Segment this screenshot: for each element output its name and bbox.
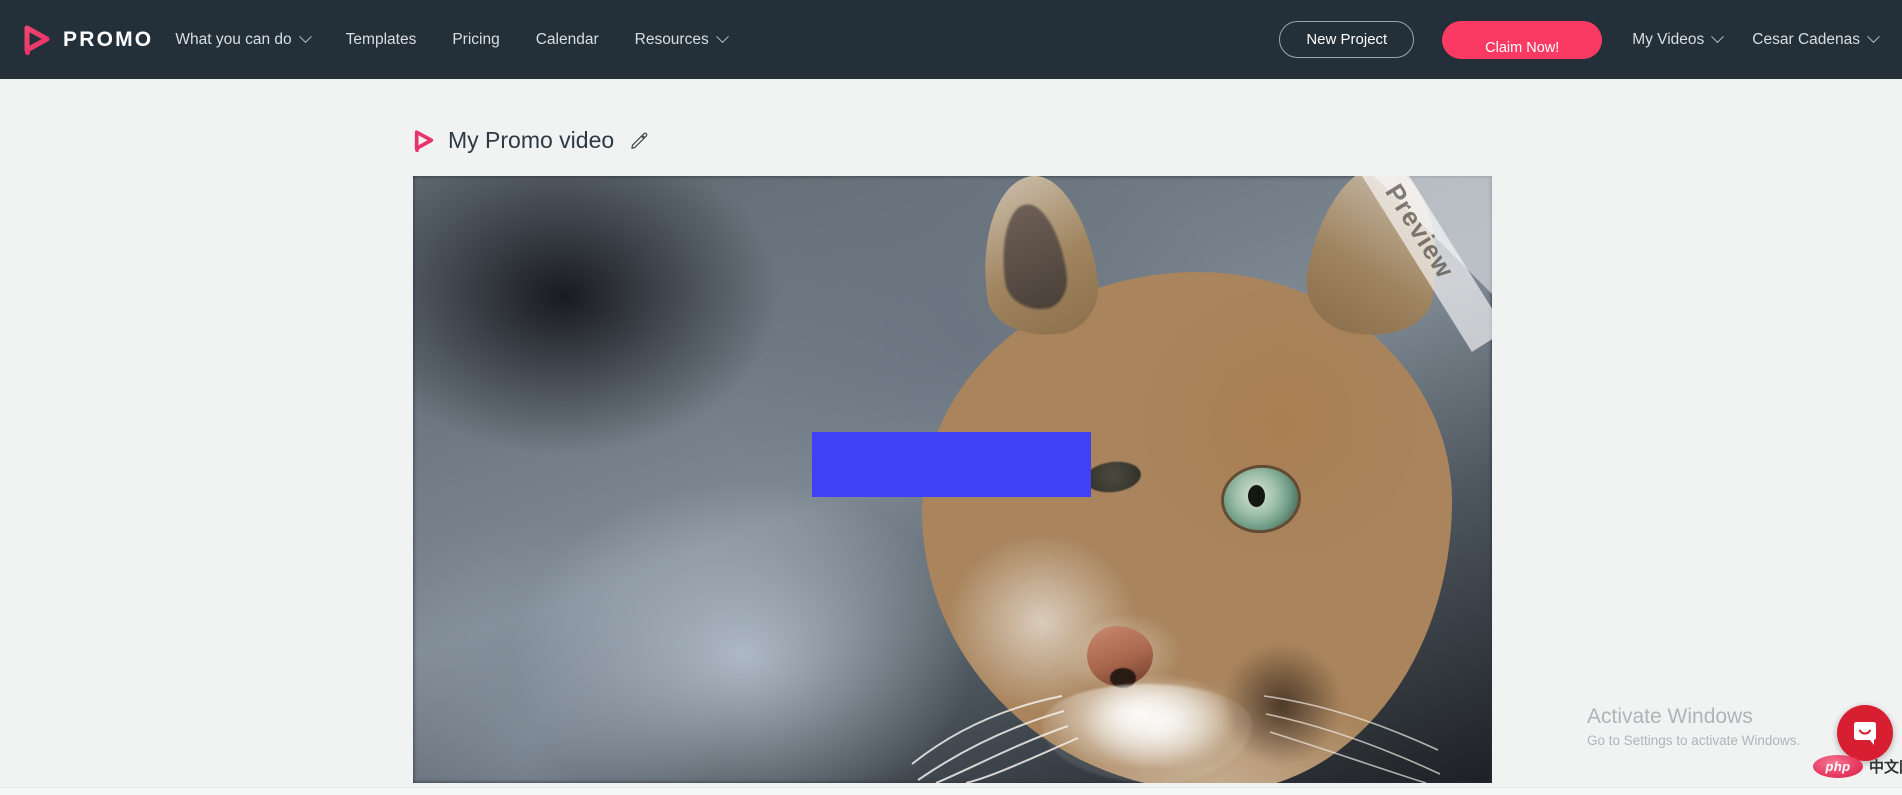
video-preview-canvas[interactable]: Preview <box>413 176 1492 783</box>
account-label: Cesar Cadenas <box>1752 30 1860 48</box>
chevron-down-icon <box>1711 30 1725 44</box>
account-menu[interactable]: Cesar Cadenas <box>1752 30 1880 49</box>
play-triangle-icon <box>22 24 52 56</box>
my-videos-label: My Videos <box>1632 30 1705 48</box>
claim-now-label: Claim Now! <box>1485 39 1560 56</box>
main-content: My Promo video Preview <box>0 79 1902 795</box>
nav-label: Pricing <box>452 30 500 48</box>
pencil-icon[interactable] <box>630 132 648 150</box>
promo-logo[interactable]: PROMO <box>22 24 153 56</box>
brand-name: PROMO <box>63 27 154 51</box>
play-triangle-icon <box>413 129 435 153</box>
chat-bubble-icon <box>1854 722 1876 745</box>
nav-label: Templates <box>345 30 417 48</box>
my-videos-menu[interactable]: My Videos <box>1632 30 1725 49</box>
blue-rectangle-element[interactable] <box>812 432 1091 497</box>
main-nav: What you can do Templates Pricing Calend… <box>175 23 762 57</box>
nav-item-calendar[interactable]: Calendar <box>536 23 599 57</box>
header-actions: New Project Claim Now! My Videos Cesar C… <box>1279 20 1880 59</box>
top-navigation-bar: PROMO What you can do Templates Pricing … <box>0 0 1902 79</box>
nav-item-what-you-can-do[interactable]: What you can do <box>175 23 312 57</box>
chevron-down-icon <box>715 30 729 44</box>
chevron-down-icon <box>1867 30 1880 44</box>
nav-item-templates[interactable]: Templates <box>346 23 417 57</box>
page-title: My Promo video <box>448 127 615 153</box>
new-project-button[interactable]: New Project <box>1279 21 1415 58</box>
project-title-row: My Promo video <box>413 127 648 154</box>
nav-item-pricing[interactable]: Pricing <box>452 23 499 57</box>
page-bottom-strip <box>0 787 1902 795</box>
chat-widget-button[interactable] <box>1837 705 1893 761</box>
claim-now-button[interactable]: Claim Now! <box>1442 20 1603 59</box>
nav-label: Calendar <box>535 30 599 48</box>
chevron-down-icon <box>298 30 312 44</box>
nav-label: Resources <box>634 30 709 48</box>
nav-label: What you can do <box>175 30 292 48</box>
nav-item-resources[interactable]: Resources <box>634 23 729 57</box>
